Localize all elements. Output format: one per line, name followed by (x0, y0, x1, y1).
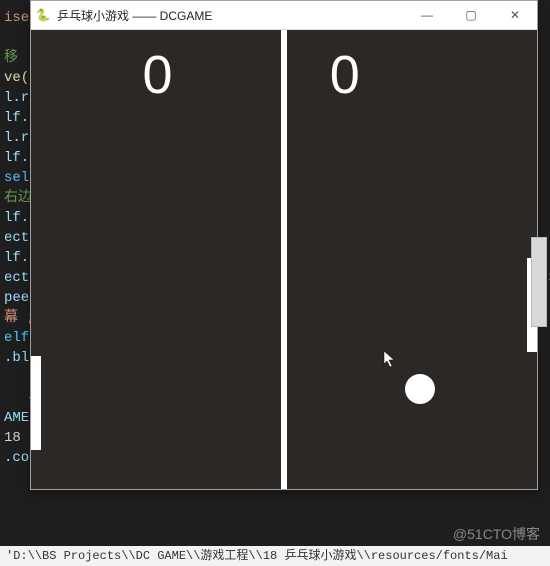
maximize-button[interactable]: ▢ (449, 1, 493, 29)
pong-canvas[interactable]: 0 0 (31, 30, 537, 489)
left-paddle (31, 356, 41, 450)
minimize-button[interactable]: — (405, 1, 449, 29)
window-title: 乒乓球小游戏 —— DCGAME (57, 7, 212, 24)
minimize-icon: — (421, 8, 433, 22)
terminal-path-bar: 'D:\\BS Projects\\DC GAME\\游戏工程\\18 乒乓球小… (0, 546, 550, 566)
close-button[interactable]: ✕ (493, 1, 537, 29)
scrollbar-thumb[interactable] (531, 237, 547, 327)
score-left: 0 (142, 48, 172, 102)
score-right: 0 (330, 48, 360, 102)
maximize-icon: ▢ (465, 8, 476, 22)
window-titlebar[interactable]: 🐍 乒乓球小游戏 —— DCGAME — ▢ ✕ (31, 1, 537, 30)
close-icon: ✕ (510, 8, 520, 22)
center-net (281, 30, 287, 489)
ball (405, 374, 435, 404)
game-window: 🐍 乒乓球小游戏 —— DCGAME — ▢ ✕ 0 0 2 (30, 0, 538, 490)
python-icon: 🐍 (35, 7, 51, 23)
mouse-cursor-icon (383, 350, 397, 374)
window-controls: — ▢ ✕ (405, 1, 537, 29)
